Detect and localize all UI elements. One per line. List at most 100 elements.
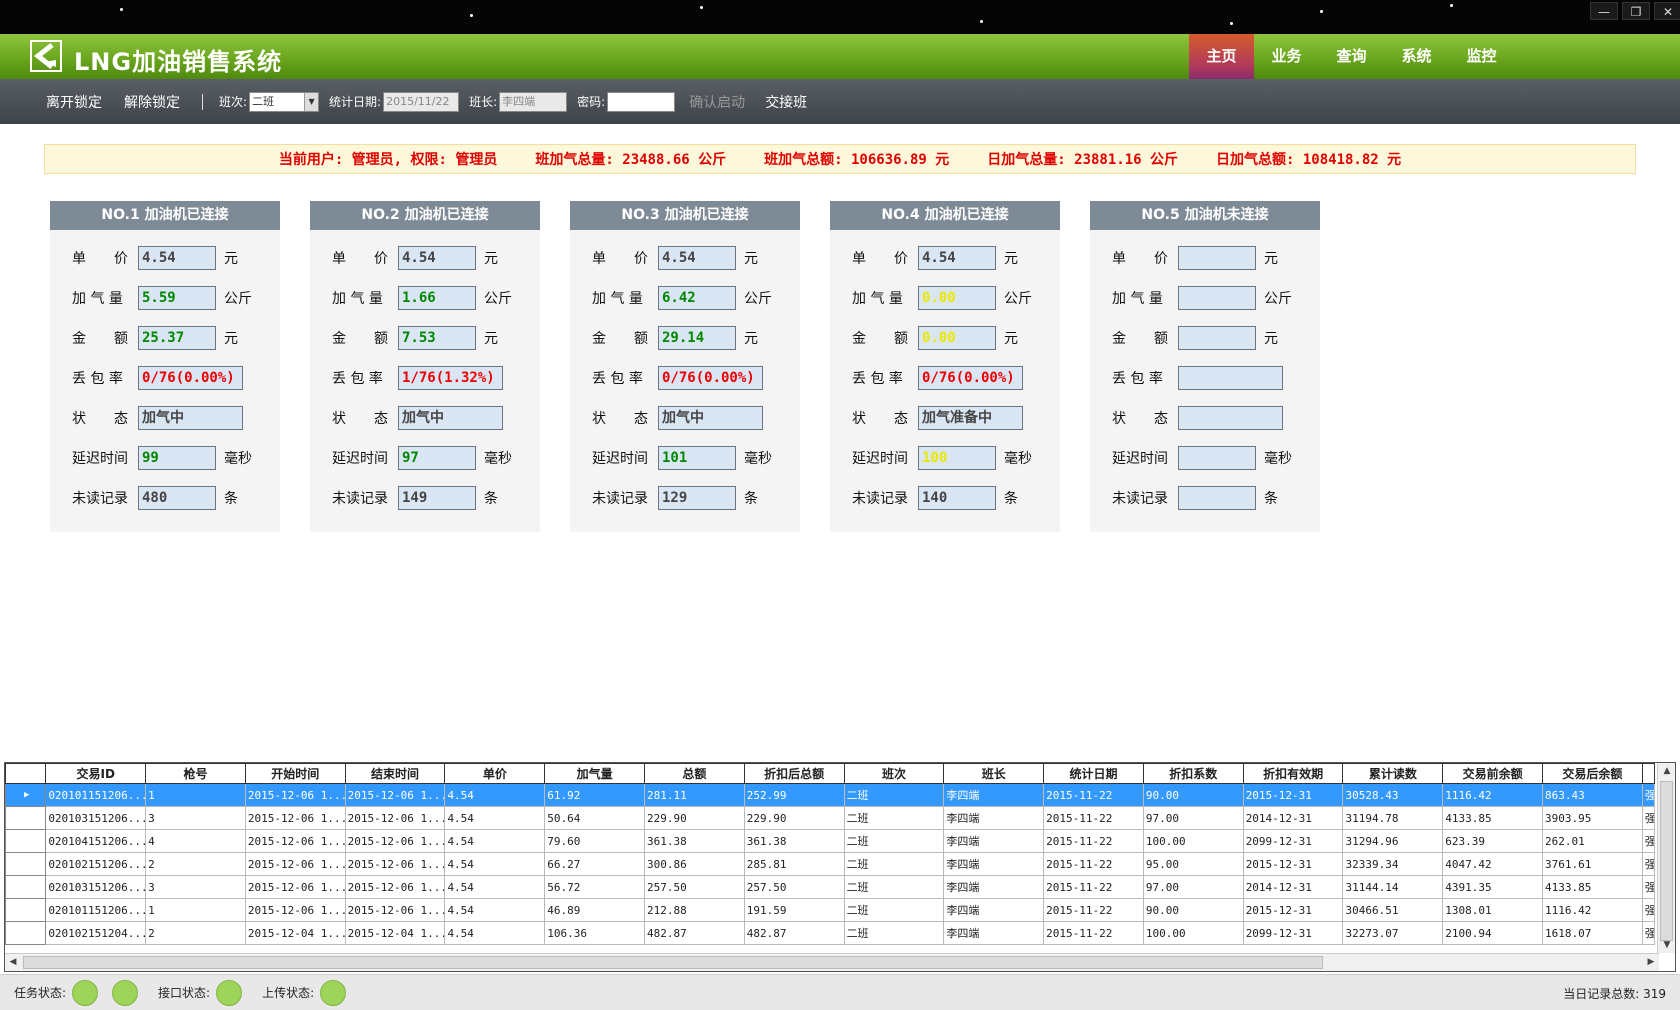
amount-field[interactable]: 7.53 [398, 326, 476, 350]
price-field[interactable] [1178, 246, 1256, 270]
table-cell[interactable]: 2099-12-31 [1242, 921, 1344, 945]
table-cell[interactable]: 2015-12-04 1... [344, 921, 446, 945]
chevron-down-icon[interactable]: ▼ [304, 92, 319, 111]
table-cell[interactable]: 二班 [843, 829, 945, 853]
table-cell[interactable]: 3761.61 [1542, 852, 1643, 876]
table-cell[interactable]: 281.11 [644, 783, 745, 807]
table-row[interactable]: 020104151206... 4 2015-12-06 1... 2015-12-0… [5, 829, 1656, 853]
table-cell[interactable]: 97.00 [1142, 875, 1244, 899]
table-row[interactable]: 020101151206... 1 2015-12-06 1... 2015-12-0… [5, 898, 1656, 922]
unread-field[interactable] [1178, 486, 1256, 510]
loss-field[interactable]: 0/76(0.00%) [138, 366, 243, 390]
table-cell[interactable]: 020102151206... [45, 852, 147, 876]
shift-leader-field[interactable]: 李四端 [499, 91, 568, 112]
table-cell[interactable]: 191.59 [743, 898, 845, 922]
table-cell[interactable]: 95.00 [1142, 852, 1244, 876]
table-cell[interactable]: 2015-12-06 1... [244, 829, 346, 853]
column-header[interactable]: 交易前余额 [1442, 763, 1544, 784]
table-cell[interactable]: 863.43 [1542, 783, 1643, 807]
table-cell[interactable]: 262.01 [1542, 829, 1643, 853]
table-cell[interactable]: 2015-12-31 [1242, 898, 1344, 922]
table-cell[interactable]: 4.54 [444, 783, 546, 807]
loss-field[interactable]: 0/76(0.00%) [918, 366, 1023, 390]
price-field[interactable]: 4.54 [658, 246, 736, 270]
table-cell[interactable]: 3903.95 [1542, 806, 1643, 830]
table-cell[interactable]: 李四端 [943, 921, 1045, 945]
unread-field[interactable]: 140 [918, 486, 996, 510]
column-header[interactable]: 折扣系数 [1142, 763, 1244, 784]
column-header[interactable]: 总额 [644, 763, 745, 784]
table-cell[interactable]: 2100.94 [1442, 921, 1544, 945]
table-cell[interactable]: 2015-11-22 [1043, 783, 1144, 807]
table-cell[interactable]: 79.60 [544, 829, 645, 853]
table-cell[interactable]: 2015-12-06 1... [344, 852, 446, 876]
table-cell[interactable]: 100.00 [1142, 829, 1244, 853]
volume-field[interactable]: 5.59 [138, 286, 216, 310]
table-cell[interactable]: 李四端 [943, 829, 1045, 853]
table-cell[interactable]: 1 [145, 783, 246, 807]
table-cell[interactable]: 32273.07 [1342, 921, 1444, 945]
table-row[interactable]: 020103151206... 3 2015-12-06 1... 2015-12-0… [5, 806, 1656, 830]
column-header[interactable]: 班次 [843, 763, 945, 784]
table-cell[interactable]: 2015-11-22 [1043, 898, 1144, 922]
table-cell[interactable]: 2015-12-06 1... [244, 875, 346, 899]
table-cell[interactable]: 二班 [843, 875, 945, 899]
column-header[interactable]: 班长 [943, 763, 1045, 784]
handover-button[interactable]: 交接班 [765, 92, 807, 112]
table-cell[interactable]: 252.99 [743, 783, 845, 807]
table-cell[interactable]: 4391.35 [1442, 875, 1544, 899]
table-cell[interactable]: 30466.51 [1342, 898, 1444, 922]
table-cell[interactable]: 1116.42 [1442, 783, 1544, 807]
table-cell[interactable]: 二班 [843, 783, 945, 807]
table-cell[interactable]: 2 [145, 852, 246, 876]
table-cell[interactable]: 50.64 [544, 806, 645, 830]
table-cell[interactable]: 300.86 [644, 852, 745, 876]
delay-field[interactable]: 97 [398, 446, 476, 470]
table-cell[interactable]: 1 [145, 898, 246, 922]
horizontal-scroll-thumb[interactable] [23, 956, 1323, 969]
table-cell[interactable]: 020101151206... [45, 783, 147, 807]
table-cell[interactable]: 285.81 [743, 852, 845, 876]
table-cell[interactable]: 212.88 [644, 898, 745, 922]
grid-horizontal-scrollbar[interactable]: ◀ ▶ [5, 953, 1659, 971]
table-cell[interactable]: 二班 [843, 806, 945, 830]
delay-field[interactable]: 100 [918, 446, 996, 470]
table-cell[interactable]: 482.87 [644, 921, 745, 945]
table-cell[interactable]: 2015-12-04 1... [244, 921, 346, 945]
nav-query[interactable]: 查询 [1319, 34, 1384, 79]
amount-field[interactable]: 0.00 [918, 326, 996, 350]
table-cell[interactable]: 4.54 [444, 829, 546, 853]
shift-select[interactable]: 二班 ▼ [249, 91, 320, 112]
price-field[interactable]: 4.54 [138, 246, 216, 270]
leave-lock-button[interactable]: 离开锁定 [46, 92, 102, 112]
table-cell[interactable]: 2015-12-06 1... [344, 898, 446, 922]
row-header[interactable] [5, 898, 47, 922]
row-header[interactable] [5, 852, 47, 876]
row-header[interactable]: ▶ [5, 783, 47, 807]
column-header[interactable]: 加气量 [544, 763, 645, 784]
table-cell[interactable]: 020101151206... [45, 898, 147, 922]
password-field[interactable] [607, 91, 676, 112]
row-header[interactable] [5, 875, 47, 899]
table-cell[interactable]: 106.36 [544, 921, 645, 945]
status-field[interactable]: 加气准备中 [918, 406, 1023, 430]
table-cell[interactable]: 2015-12-31 [1242, 783, 1344, 807]
grid-vertical-scrollbar[interactable]: ▲ ▼ [1657, 763, 1675, 953]
status-field[interactable]: 加气中 [658, 406, 763, 430]
table-cell[interactable]: 李四端 [943, 806, 1045, 830]
table-cell[interactable]: 97.00 [1142, 806, 1244, 830]
table-cell[interactable]: 4 [145, 829, 246, 853]
column-header[interactable]: 折扣有效期 [1242, 763, 1344, 784]
table-cell[interactable]: 二班 [843, 921, 945, 945]
column-header[interactable]: 结束时间 [344, 763, 446, 784]
amount-field[interactable]: 29.14 [658, 326, 736, 350]
table-cell[interactable]: 3 [145, 875, 246, 899]
scroll-down-icon[interactable]: ▼ [1659, 937, 1675, 953]
table-cell[interactable]: 李四端 [943, 852, 1045, 876]
table-cell[interactable]: 2014-12-31 [1242, 875, 1344, 899]
table-cell[interactable]: 020104151206... [45, 829, 147, 853]
table-cell[interactable]: 020102151204... [45, 921, 147, 945]
table-cell[interactable]: 100.00 [1142, 921, 1244, 945]
column-header[interactable]: 累计读数 [1342, 763, 1444, 784]
table-cell[interactable]: 2015-12-06 1... [344, 806, 446, 830]
